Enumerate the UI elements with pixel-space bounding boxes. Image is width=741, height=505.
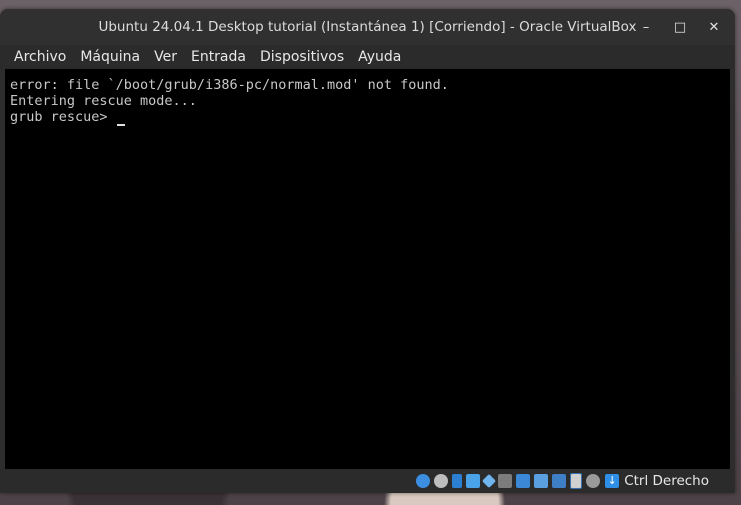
vm-screen[interactable]: error: file `/boot/grub/i386-pc/normal.m… bbox=[5, 69, 730, 469]
display-icon[interactable] bbox=[516, 474, 531, 488]
cpu-icon[interactable] bbox=[552, 474, 567, 488]
audio-icon[interactable] bbox=[452, 474, 463, 488]
menu-maquina[interactable]: Máquina bbox=[80, 49, 140, 65]
menu-entrada[interactable]: Entrada bbox=[191, 49, 246, 65]
console-line: Entering rescue mode... bbox=[10, 93, 197, 109]
console-output: error: file `/boot/grub/i386-pc/normal.m… bbox=[10, 77, 449, 126]
menu-ayuda[interactable]: Ayuda bbox=[358, 49, 401, 65]
virtualbox-window: Ubuntu 24.04.1 Desktop tutorial (Instant… bbox=[0, 9, 735, 493]
video-capture-icon[interactable] bbox=[534, 474, 549, 488]
usb-icon[interactable] bbox=[482, 473, 497, 489]
menu-dispositivos[interactable]: Dispositivos bbox=[260, 49, 344, 65]
status-bar: ↓ Ctrl Derecho bbox=[0, 469, 735, 493]
shared-folders-icon[interactable] bbox=[498, 474, 513, 488]
host-key-label: Ctrl Derecho bbox=[624, 473, 709, 489]
title-bar[interactable]: Ubuntu 24.04.1 Desktop tutorial (Instant… bbox=[0, 9, 735, 45]
menu-archivo[interactable]: Archivo bbox=[14, 49, 66, 65]
console-prompt-line: grub rescue> bbox=[10, 109, 449, 126]
maximize-button[interactable]: □ bbox=[667, 14, 693, 40]
optical-drive-icon[interactable] bbox=[434, 474, 449, 488]
minimize-button[interactable]: – bbox=[633, 14, 659, 40]
vt-x-icon bbox=[570, 473, 583, 489]
menu-ver[interactable]: Ver bbox=[154, 49, 177, 65]
window-controls: – □ ✕ bbox=[633, 9, 727, 45]
network-icon[interactable] bbox=[466, 474, 481, 488]
close-button[interactable]: ✕ bbox=[701, 14, 727, 40]
mouse-integration-icon[interactable] bbox=[586, 474, 601, 488]
console-line: error: file `/boot/grub/i386-pc/normal.m… bbox=[10, 77, 449, 93]
host-key-arrow-icon: ↓ bbox=[605, 474, 620, 488]
text-cursor bbox=[116, 124, 125, 126]
console-prompt: grub rescue> bbox=[10, 109, 116, 125]
hard-disk-icon[interactable] bbox=[416, 474, 431, 488]
window-title: Ubuntu 24.04.1 Desktop tutorial (Instant… bbox=[98, 19, 637, 35]
menu-bar: Archivo Máquina Ver Entrada Dispositivos… bbox=[0, 45, 735, 69]
